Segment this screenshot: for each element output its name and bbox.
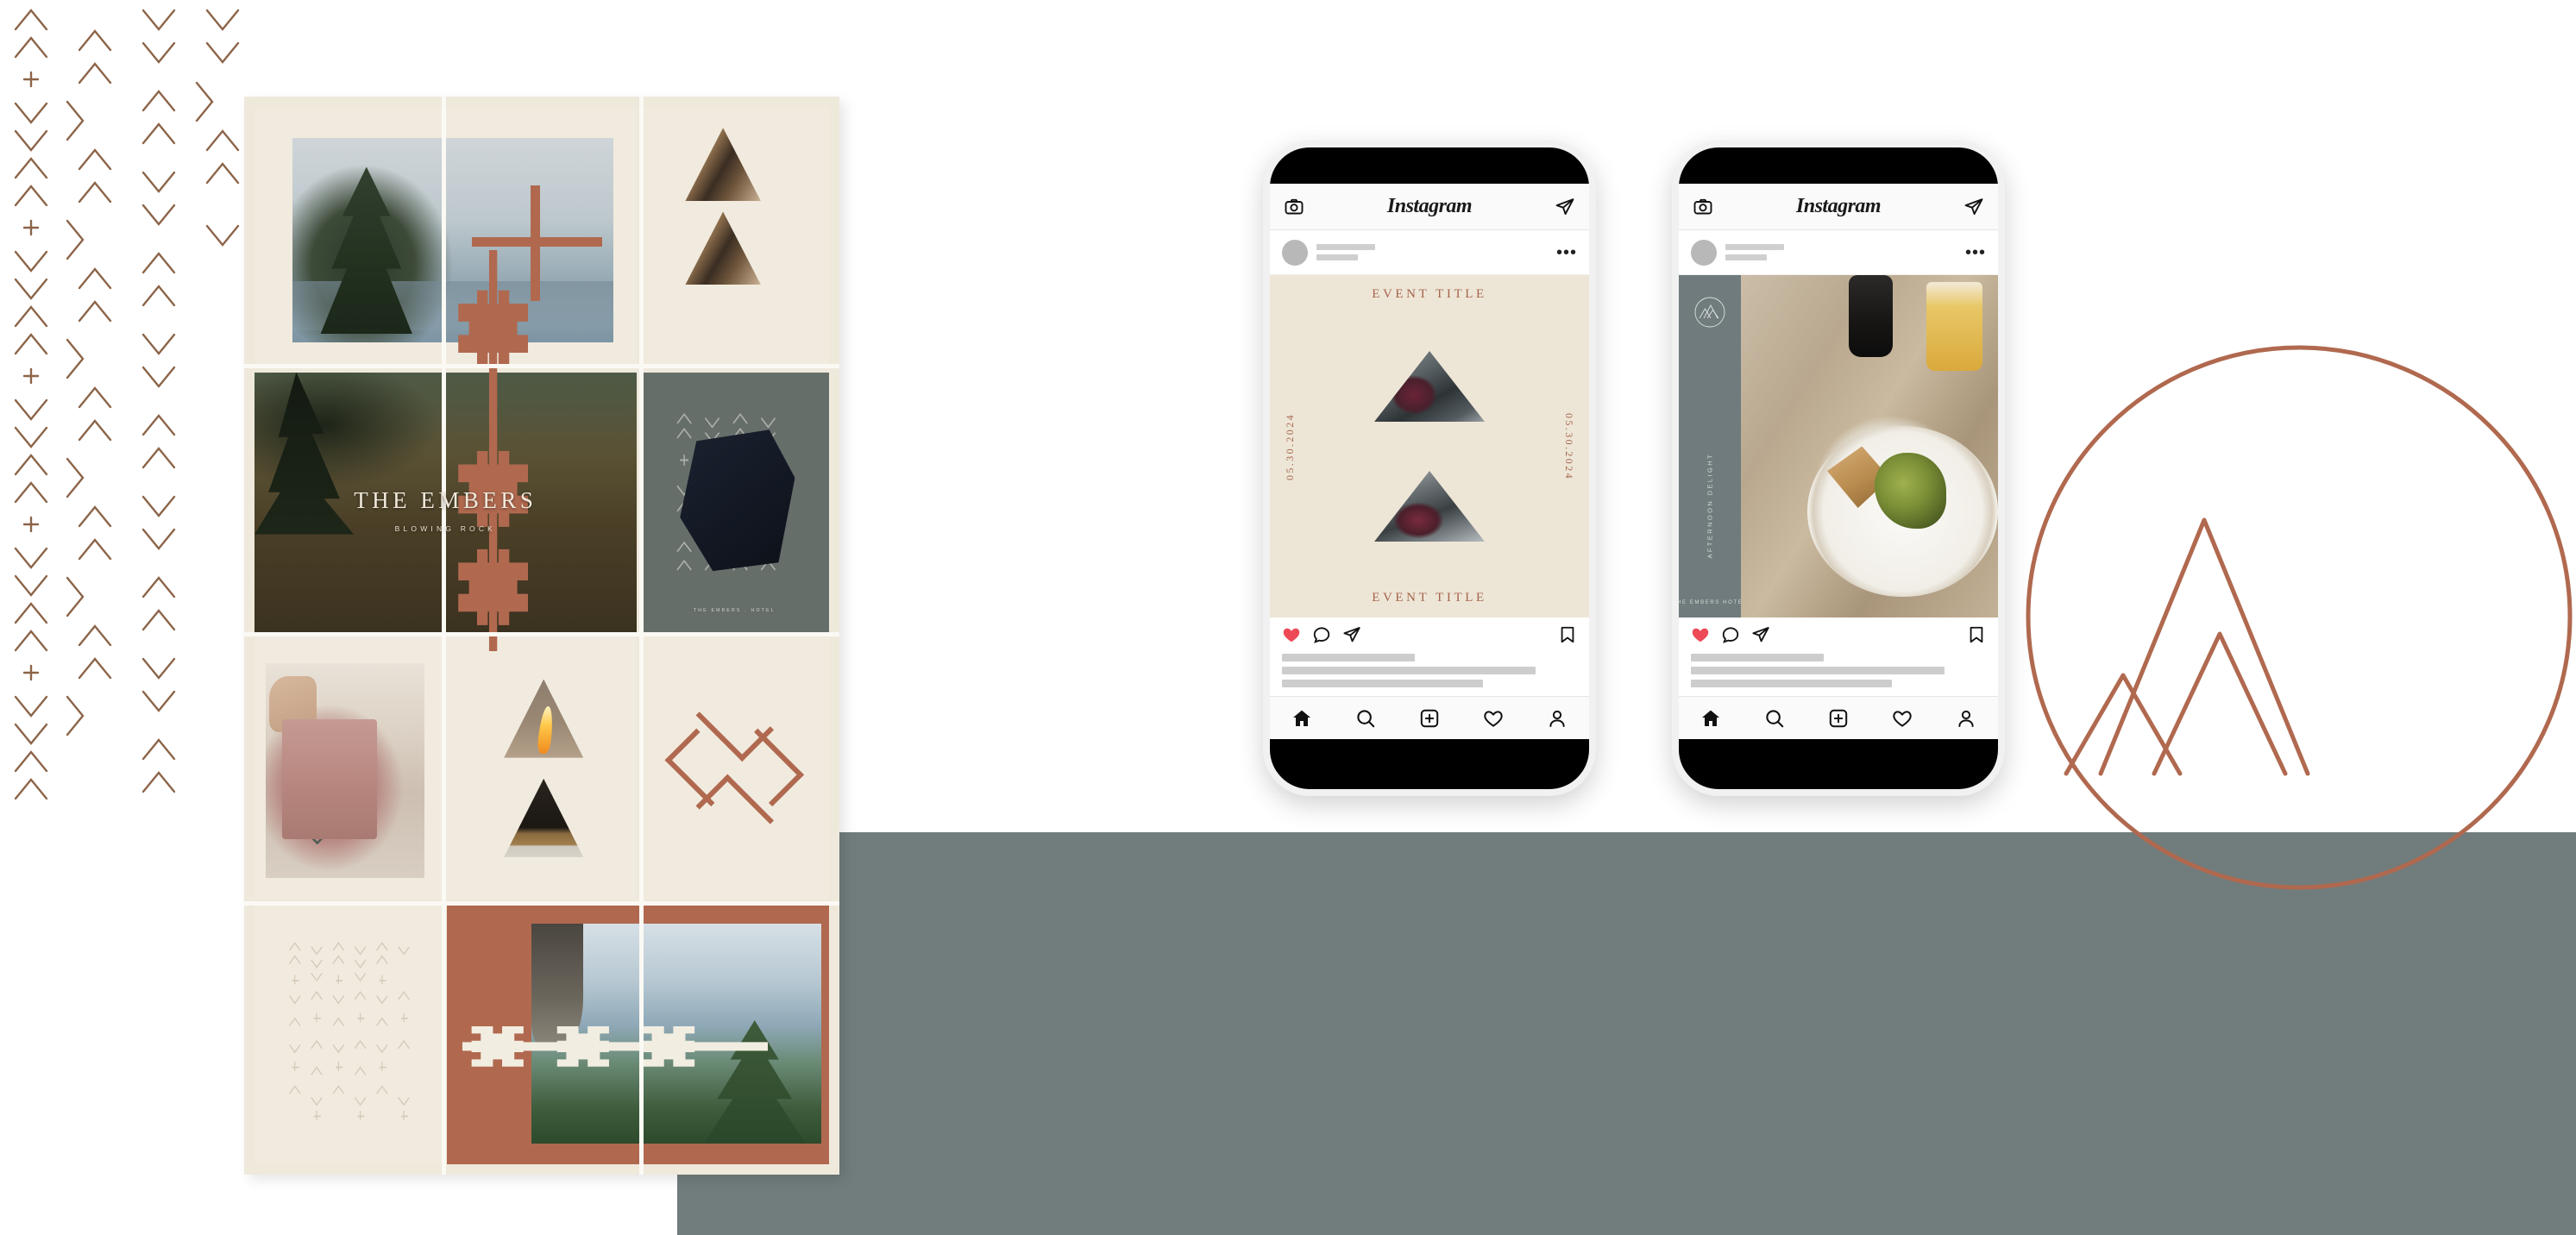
firewood-triangle-top-icon (685, 128, 761, 202)
chevron-arrow-pattern (0, 0, 259, 828)
more-options-icon[interactable]: ••• (1556, 244, 1577, 261)
brand-moodboard: THE EMBERS BLOWING ROCK THE EMBERS . HOT… (244, 97, 839, 1175)
heart-filled-icon[interactable] (1282, 625, 1301, 644)
search-icon[interactable] (1355, 708, 1376, 729)
food-photo (1741, 275, 1998, 618)
author-name-placeholder (1316, 244, 1548, 260)
event-title-bottom: EVENT TITLE (1372, 591, 1487, 605)
brand-name-title: THE EMBERS (354, 487, 537, 514)
bookmark-icon[interactable] (1558, 625, 1577, 644)
add-post-icon[interactable] (1828, 708, 1849, 729)
instagram-wordmark: Instagram (1386, 195, 1473, 217)
aztec-vertical-motif-icon (453, 249, 533, 652)
post-media[interactable]: EVENT TITLE 05.30.2024 05.30.2024 EVENT … (1270, 275, 1589, 618)
aztec-band-motif-icon (462, 1018, 769, 1075)
mountain-logo-icon (1692, 294, 1728, 330)
presentation-canvas: THE EMBERS BLOWING ROCK THE EMBERS . HOT… (0, 0, 2576, 1235)
tile-mudcloth: THE EMBERS . HOTEL (639, 372, 829, 634)
share-icon[interactable] (1342, 625, 1361, 644)
activity-heart-icon[interactable] (1483, 708, 1504, 729)
comment-icon[interactable] (1312, 625, 1331, 644)
post-author-row: ••• (1679, 230, 1998, 275)
tile-forest-overlook (254, 107, 637, 369)
instagram-wordmark: Instagram (1795, 195, 1882, 217)
tile-x-motif (639, 637, 829, 900)
post-sidebar: AFTERNOON DELIGHT THE EMBERS HOTEL (1679, 275, 1746, 618)
tile-cocktail-and-wood (639, 107, 829, 369)
tile-pillow (254, 637, 444, 900)
share-icon[interactable] (1751, 625, 1770, 644)
post-media[interactable]: AFTERNOON DELIGHT THE EMBERS HOTEL (1679, 275, 1998, 618)
post-caption-placeholder (1679, 652, 1998, 696)
camera-icon[interactable] (1693, 197, 1713, 217)
pillow-chevron-detail (297, 783, 359, 844)
activity-heart-icon[interactable] (1892, 708, 1913, 729)
post-caption-placeholder (1270, 652, 1589, 696)
woven-pillow-photo (266, 663, 425, 879)
camera-icon[interactable] (1284, 197, 1304, 217)
home-icon[interactable] (1700, 708, 1721, 729)
add-post-icon[interactable] (1419, 708, 1440, 729)
fire-triangle-icon (504, 679, 584, 758)
comment-icon[interactable] (1721, 625, 1740, 644)
tile-fire-triangles (447, 637, 637, 900)
x-arrow-motif-icon (664, 683, 805, 853)
profile-icon[interactable] (1547, 708, 1568, 729)
instagram-top-bar: Instagram (1679, 184, 1998, 230)
hotel-mark-caption: THE EMBERS . HOTEL (693, 607, 776, 613)
paper-plane-icon[interactable] (1963, 197, 1984, 217)
instagram-top-bar: Instagram (1270, 184, 1589, 230)
pepper-grinder-detail (1849, 275, 1893, 358)
brand-location-subtitle: BLOWING ROCK (394, 523, 497, 533)
home-icon[interactable] (1291, 708, 1312, 729)
post-actions-bar (1270, 618, 1589, 652)
avatar[interactable] (1691, 239, 1717, 266)
event-announcement-graphic: EVENT TITLE 05.30.2024 05.30.2024 EVENT … (1270, 275, 1589, 618)
event-date-right: 05.30.2024 (1563, 412, 1575, 480)
event-date-left: 05.30.2024 (1284, 412, 1296, 480)
profile-icon[interactable] (1956, 708, 1976, 729)
search-icon[interactable] (1764, 708, 1785, 729)
bookmark-icon[interactable] (1967, 625, 1986, 644)
instagram-bottom-nav (1270, 696, 1589, 739)
post-author-row: ••• (1270, 230, 1589, 275)
phone-mockup-food-post: Instagram ••• AFTERNOON DELIGHT THE EMBE… (1672, 141, 2005, 796)
phone-mockup-event-post: Instagram ••• EVENT TITLE 05.30.2024 05.… (1263, 141, 1596, 796)
mountain-peaks-logo (2014, 332, 2576, 901)
food-triangle-two (1374, 471, 1485, 542)
avatar[interactable] (1282, 239, 1308, 266)
cone-triangle-icon (504, 778, 584, 857)
tile-pattern-swatch (254, 902, 444, 1164)
instagram-bottom-nav (1679, 696, 1998, 739)
post-actions-bar (1679, 618, 1998, 652)
food-post-graphic: AFTERNOON DELIGHT THE EMBERS HOTEL (1679, 275, 1998, 618)
sidebar-footer: THE EMBERS HOTEL (1679, 600, 1748, 605)
beer-glass-detail (1926, 281, 1983, 372)
firewood-triangle-bottom-icon (685, 211, 761, 285)
tile-mountain-title: THE EMBERS BLOWING ROCK (254, 372, 637, 634)
tile-cliff-vista (447, 902, 829, 1164)
food-triangle-one (1374, 351, 1485, 422)
more-options-icon[interactable]: ••• (1965, 244, 1986, 261)
heart-filled-icon[interactable] (1691, 625, 1710, 644)
event-title-top: EVENT TITLE (1372, 287, 1487, 301)
paper-plane-icon[interactable] (1555, 197, 1575, 217)
author-name-placeholder (1725, 244, 1957, 260)
sidebar-label: AFTERNOON DELIGHT (1706, 453, 1714, 559)
subtle-chevron-swatch (281, 939, 418, 1128)
